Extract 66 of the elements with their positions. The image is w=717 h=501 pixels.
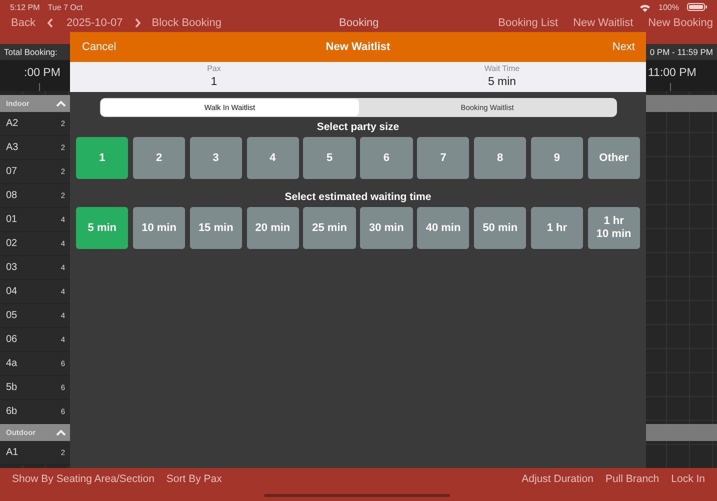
- table-name: 04: [6, 286, 18, 297]
- table-name: 5b: [6, 382, 18, 393]
- table-name: 05: [6, 310, 18, 321]
- battery-icon: [687, 3, 707, 11]
- field-value: 5 min: [488, 76, 516, 88]
- toolbar-link[interactable]: Adjust Duration: [522, 473, 594, 485]
- table-name: 06: [6, 334, 18, 345]
- party-size-option[interactable]: Other: [588, 137, 640, 179]
- clock-time: 5:12 PM: [10, 2, 40, 12]
- field-label: Pax: [207, 64, 221, 73]
- dialog-title: New Waitlist: [326, 41, 390, 53]
- wait-time-option[interactable]: 40 min: [417, 207, 470, 249]
- wait-time-option[interactable]: 25 min: [303, 207, 356, 249]
- timeline-label: 11:00 PM: [648, 67, 696, 79]
- next-button[interactable]: Next: [612, 41, 635, 53]
- wait-time-option[interactable]: 1 hr 10 min: [588, 207, 640, 249]
- party-size-option[interactable]: 7: [417, 137, 470, 179]
- toolbar-link[interactable]: Show By Seating Area/Section: [12, 473, 154, 485]
- wait-time-option[interactable]: 15 min: [190, 207, 242, 249]
- table-name: 02: [6, 238, 18, 249]
- wait-time-option[interactable]: 20 min: [246, 207, 299, 249]
- chevron-left-icon[interactable]: [47, 18, 54, 28]
- section-title: Select party size: [316, 121, 400, 133]
- page-title: Booking: [339, 17, 379, 29]
- party-size-option[interactable]: 8: [474, 137, 526, 179]
- wait-time-option[interactable]: 30 min: [360, 207, 413, 249]
- table-name: A3: [6, 142, 18, 153]
- party-size-option[interactable]: 2: [132, 137, 186, 179]
- cancel-button[interactable]: Cancel: [82, 41, 116, 53]
- wait-time-option[interactable]: 5 min: [76, 207, 128, 249]
- back-link[interactable]: Back: [11, 17, 36, 29]
- battery-level: 100%: [658, 2, 679, 12]
- table-name: 4a: [6, 358, 18, 369]
- nav-action-link[interactable]: New Waitlist: [573, 17, 634, 29]
- wait-time-option[interactable]: 50 min: [474, 207, 526, 249]
- table-name: 08: [6, 190, 18, 201]
- wifi-icon: [638, 2, 651, 12]
- wait-time-option[interactable]: 10 min: [132, 207, 186, 249]
- chevron-right-icon[interactable]: [134, 18, 141, 28]
- toolbar-link[interactable]: Pull Branch: [605, 473, 660, 485]
- timeline-label: :00 PM: [24, 67, 60, 79]
- table-name: A1: [6, 447, 18, 458]
- table-name: 01: [6, 214, 18, 225]
- toolbar-link[interactable]: Sort By Pax: [166, 473, 222, 485]
- party-size-option[interactable]: 6: [360, 137, 413, 179]
- field-value: 1: [210, 76, 218, 88]
- time-range-text: 0 PM - 11:59 PM: [650, 47, 713, 57]
- nav-action-link[interactable]: New Booking: [648, 17, 713, 29]
- field-label: Wait Time: [484, 64, 520, 73]
- block-booking-link[interactable]: Block Booking: [152, 17, 222, 29]
- table-name: 07: [6, 166, 18, 177]
- nav-action-link[interactable]: Booking List: [498, 17, 558, 29]
- table-name: 03: [6, 262, 18, 273]
- party-size-option[interactable]: 3: [190, 137, 242, 179]
- party-size-option[interactable]: 5: [303, 137, 356, 179]
- section-title: Select estimated waiting time: [284, 191, 432, 203]
- toolbar-link[interactable]: Lock In: [671, 473, 705, 485]
- total-booking-label: Total Booking:: [4, 47, 58, 57]
- party-size-option[interactable]: 4: [246, 137, 299, 179]
- party-size-option[interactable]: 1: [76, 137, 128, 179]
- party-size-option[interactable]: 9: [530, 137, 584, 179]
- table-name: A2: [6, 118, 18, 129]
- date-picker[interactable]: 2025-10-07: [66, 17, 123, 29]
- wait-time-option[interactable]: 1 hr: [530, 207, 584, 249]
- date-text: Tue 7 Oct: [48, 2, 83, 12]
- table-name: 6b: [6, 406, 18, 417]
